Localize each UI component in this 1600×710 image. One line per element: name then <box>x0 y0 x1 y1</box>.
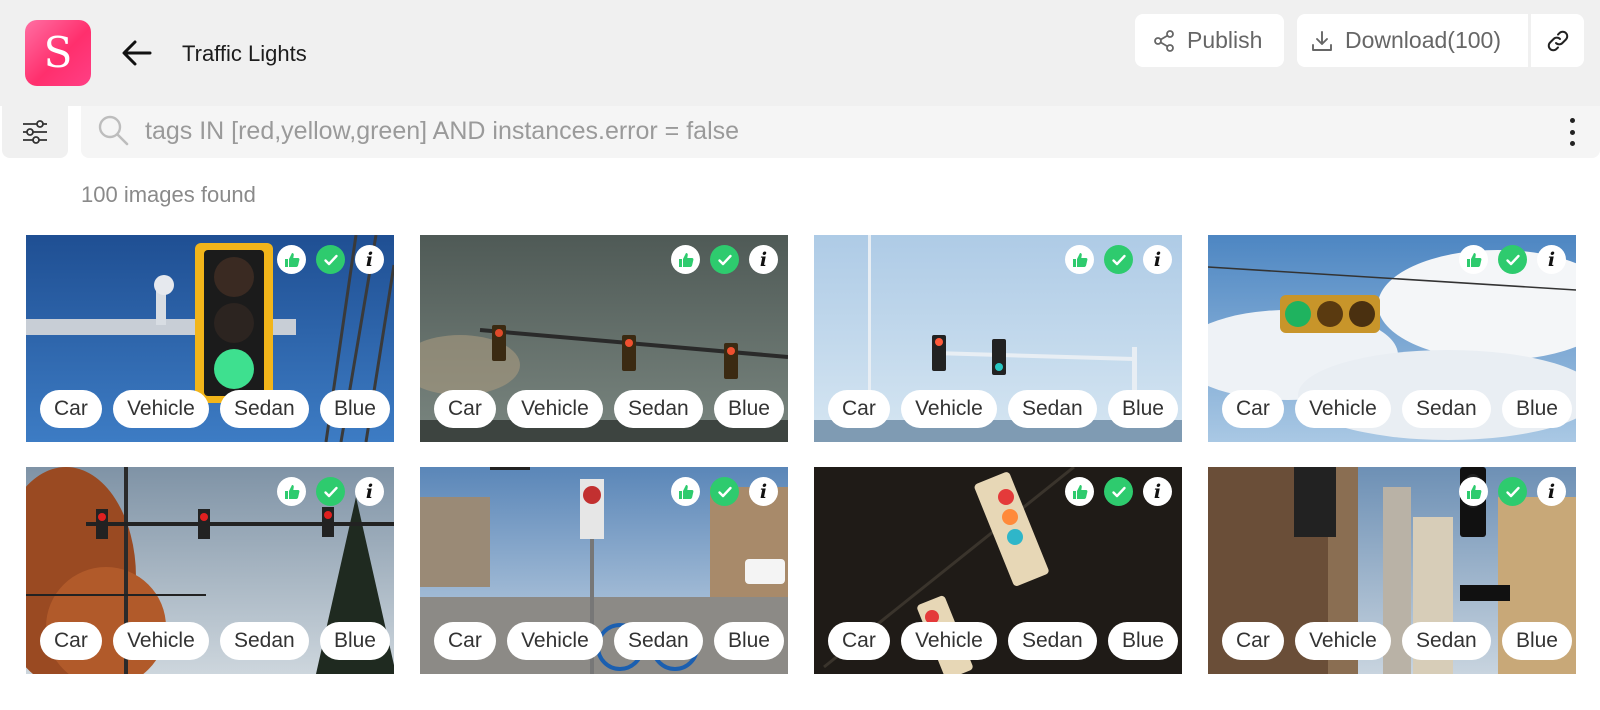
image-card[interactable]: i Car Vehicle Sedan Blue <box>420 467 788 674</box>
download-icon <box>1312 30 1332 51</box>
check-icon[interactable] <box>1104 477 1133 506</box>
info-icon[interactable]: i <box>1143 477 1172 506</box>
search-bar <box>81 106 1600 158</box>
tag-chip[interactable]: Car <box>828 622 890 660</box>
info-icon[interactable]: i <box>1537 477 1566 506</box>
filter-button[interactable] <box>2 106 68 158</box>
info-icon[interactable]: i <box>749 477 778 506</box>
search-input[interactable] <box>145 112 1505 150</box>
check-icon[interactable] <box>316 477 345 506</box>
check-icon[interactable] <box>1498 477 1527 506</box>
page-title: Traffic Lights <box>182 41 307 66</box>
tag-chip[interactable]: Car <box>40 622 102 660</box>
download-button[interactable]: Download(100) <box>1297 14 1528 67</box>
check-icon[interactable] <box>316 245 345 274</box>
thumbs-up-icon[interactable] <box>1459 245 1488 274</box>
info-icon[interactable]: i <box>749 245 778 274</box>
image-card[interactable]: i Car Vehicle Sedan Blue <box>26 235 394 442</box>
tag-chip[interactable]: Car <box>828 390 890 428</box>
image-card[interactable]: i Car Vehicle Sedan Blue <box>1208 235 1576 442</box>
link-icon <box>1547 30 1568 51</box>
tag-chip[interactable]: Car <box>434 390 496 428</box>
tag-chip[interactable]: Blue <box>1501 390 1572 428</box>
info-icon[interactable]: i <box>355 477 384 506</box>
tag-chip[interactable]: Car <box>434 622 496 660</box>
tag-chip[interactable]: Sedan <box>1402 622 1491 660</box>
info-icon[interactable]: i <box>1143 245 1172 274</box>
tag-chip[interactable]: Blue <box>1501 622 1572 660</box>
tag-chip[interactable]: Blue <box>319 390 390 428</box>
tag-chip[interactable]: Vehicle <box>113 390 209 428</box>
tag-chip[interactable]: Vehicle <box>1295 390 1391 428</box>
tag-chip[interactable]: Car <box>1222 390 1284 428</box>
thumbs-up-icon[interactable] <box>671 477 700 506</box>
thumbs-up-icon[interactable] <box>1065 245 1094 274</box>
top-bar: S Traffic Lights Publish Download(100) <box>0 0 1600 106</box>
tag-chip[interactable]: Blue <box>713 390 784 428</box>
tag-chip[interactable]: Car <box>1222 622 1284 660</box>
image-card[interactable]: i Car Vehicle Sedan Blue <box>1208 467 1576 674</box>
copy-link-button[interactable] <box>1531 14 1584 67</box>
tag-chip[interactable]: Vehicle <box>901 390 997 428</box>
tag-chip[interactable]: Vehicle <box>507 622 603 660</box>
tag-chip[interactable]: Blue <box>713 622 784 660</box>
image-card[interactable]: i Car Vehicle Sedan Blue <box>814 467 1182 674</box>
arrow-left-icon <box>122 40 152 66</box>
publish-label: Publish <box>1187 27 1263 53</box>
check-icon[interactable] <box>710 477 739 506</box>
tag-chip[interactable]: Blue <box>319 622 390 660</box>
logo-letter: S <box>43 28 73 77</box>
download-label: Download(100) <box>1345 27 1501 53</box>
tag-chip[interactable]: Sedan <box>1008 622 1097 660</box>
tag-chip[interactable]: Sedan <box>614 622 703 660</box>
tag-chip[interactable]: Sedan <box>220 390 309 428</box>
thumbs-up-icon[interactable] <box>671 245 700 274</box>
tag-chip[interactable]: Vehicle <box>113 622 209 660</box>
check-icon[interactable] <box>710 245 739 274</box>
tag-chip[interactable]: Blue <box>1107 622 1178 660</box>
results-count: 100 images found <box>81 182 256 207</box>
tag-chip[interactable]: Vehicle <box>901 622 997 660</box>
tag-chip[interactable]: Vehicle <box>507 390 603 428</box>
thumbs-up-icon[interactable] <box>1065 477 1094 506</box>
thumbs-up-icon[interactable] <box>277 245 306 274</box>
tag-chip[interactable]: Sedan <box>1402 390 1491 428</box>
share-icon <box>1154 29 1174 52</box>
thumbs-up-icon[interactable] <box>277 477 306 506</box>
tag-chip[interactable]: Car <box>40 390 102 428</box>
back-button[interactable] <box>120 36 154 70</box>
info-icon[interactable]: i <box>1537 245 1566 274</box>
publish-button[interactable]: Publish <box>1135 14 1284 67</box>
tag-chip[interactable]: Blue <box>1107 390 1178 428</box>
tag-chip[interactable]: Sedan <box>1008 390 1097 428</box>
tag-chip[interactable]: Sedan <box>220 622 309 660</box>
search-icon <box>98 115 129 146</box>
image-card[interactable]: i Car Vehicle Sedan Blue <box>420 235 788 442</box>
check-icon[interactable] <box>1498 245 1527 274</box>
check-icon[interactable] <box>1104 245 1133 274</box>
tag-chip[interactable]: Sedan <box>614 390 703 428</box>
more-options-icon[interactable] <box>1566 118 1578 146</box>
image-card[interactable]: i Car Vehicle Sedan Blue <box>814 235 1182 442</box>
thumbs-up-icon[interactable] <box>1459 477 1488 506</box>
info-icon[interactable]: i <box>355 245 384 274</box>
sliders-icon <box>23 120 47 144</box>
tag-chip[interactable]: Vehicle <box>1295 622 1391 660</box>
image-card[interactable]: i Car Vehicle Sedan Blue <box>26 467 394 674</box>
app-logo[interactable]: S <box>25 20 91 86</box>
